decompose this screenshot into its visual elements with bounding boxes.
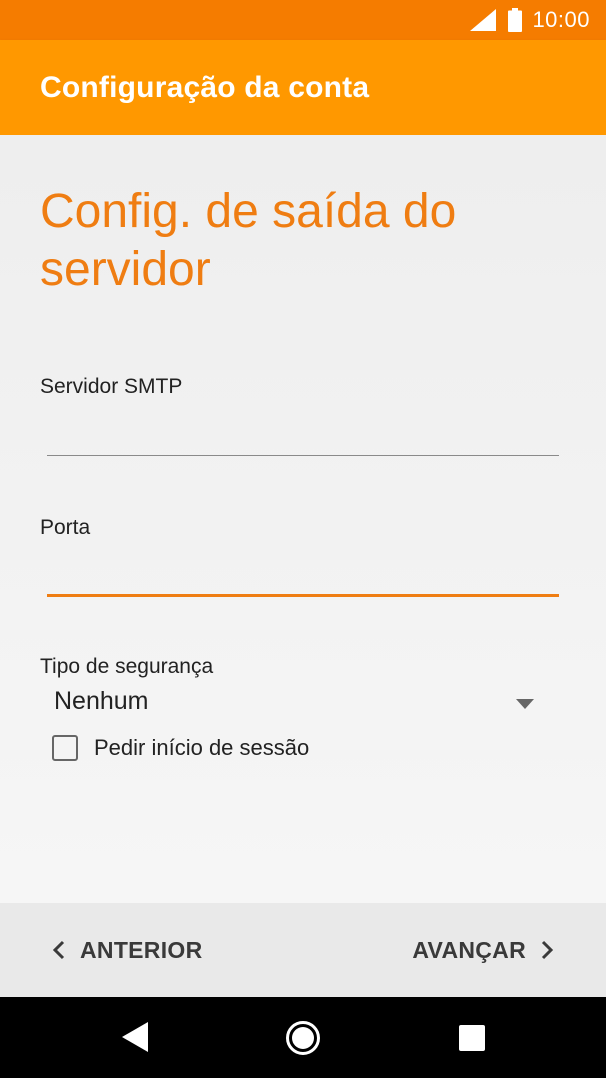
port-label: Porta [40, 516, 91, 539]
next-button-label: AVANÇAR [412, 936, 526, 963]
smtp-server-input[interactable] [47, 415, 563, 453]
smtp-server-underline [47, 455, 559, 456]
port-input[interactable] [47, 555, 563, 593]
previous-button[interactable]: ANTERIOR [52, 903, 203, 997]
chevron-right-icon [541, 940, 554, 960]
form-content: Config. de saída do servidor Servidor SM… [0, 135, 606, 903]
smtp-server-label: Servidor SMTP [40, 375, 183, 398]
status-time: 10:00 [532, 7, 590, 32]
home-icon[interactable] [285, 1020, 321, 1056]
app-title: Configuração da conta [40, 70, 370, 104]
port-underline [47, 594, 559, 597]
chevron-left-icon [52, 940, 65, 960]
dropdown-arrow-icon[interactable] [516, 699, 534, 709]
security-type-select[interactable]: Nenhum [54, 687, 149, 716]
require-signin-row[interactable]: Pedir início de sessão [52, 735, 309, 761]
page-title: Config. de saída do servidor [40, 185, 457, 296]
require-signin-label: Pedir início de sessão [94, 735, 310, 760]
battery-icon [508, 8, 523, 32]
next-button[interactable]: AVANÇAR [412, 903, 554, 997]
back-icon[interactable] [122, 1022, 148, 1052]
status-bar: 10:00 [0, 0, 606, 40]
footer-bar: ANTERIOR AVANÇAR [0, 903, 606, 997]
require-signin-checkbox[interactable] [52, 735, 78, 761]
recents-icon[interactable] [459, 1025, 485, 1051]
security-type-label: Tipo de segurança [40, 655, 214, 678]
app-bar: Configuração da conta [0, 40, 606, 135]
previous-button-label: ANTERIOR [80, 936, 203, 963]
navigation-bar [0, 997, 606, 1078]
signal-icon [470, 9, 497, 31]
